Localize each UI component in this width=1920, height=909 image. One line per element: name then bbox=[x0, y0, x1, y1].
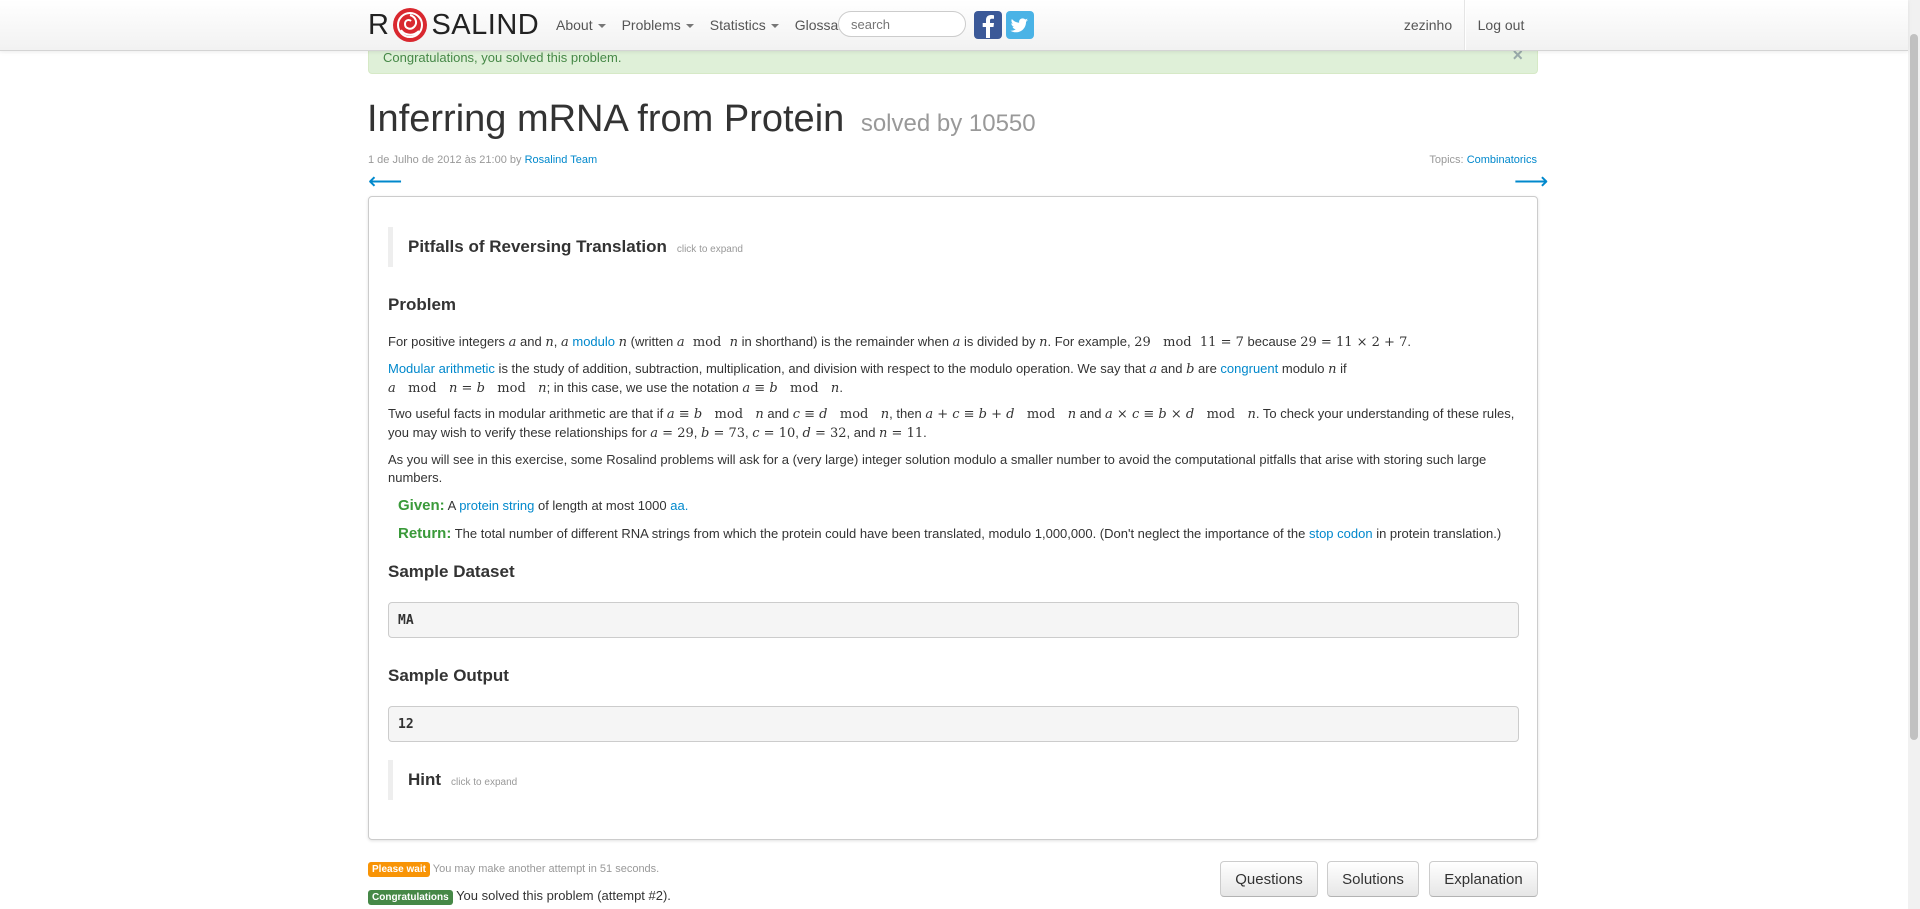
paragraph-4: As you will see in this exercise, some R… bbox=[388, 452, 1487, 485]
hint-collapsible[interactable]: Hint click to expand bbox=[388, 760, 517, 800]
given-text-2: of length at most 1000 bbox=[537, 498, 667, 513]
nav-about-label: About bbox=[556, 17, 593, 33]
solved-count[interactable]: solved by 10550 bbox=[861, 110, 1036, 137]
sample-output-heading: Sample Output bbox=[388, 666, 509, 685]
nav-problems[interactable]: Problems bbox=[614, 17, 702, 33]
rose-logo-icon bbox=[393, 8, 428, 42]
chevron-down-icon bbox=[685, 24, 694, 29]
by-label: by bbox=[509, 154, 522, 166]
paragraph-2: Modular arithmetic is the study of addit… bbox=[388, 361, 1347, 396]
chevron-down-icon bbox=[597, 24, 606, 29]
solutions-button[interactable]: Solutions bbox=[1327, 861, 1419, 897]
twitter-icon[interactable] bbox=[1006, 11, 1034, 39]
protein-string-link[interactable]: protein string bbox=[459, 498, 534, 513]
questions-button[interactable]: Questions bbox=[1220, 861, 1318, 897]
rosalind-logo[interactable]: R SALIND bbox=[368, 8, 539, 42]
brand-letter-r: R bbox=[368, 8, 390, 41]
main-nav: About Problems Statistics Glossary bbox=[548, 0, 858, 50]
congrats-text: You solved this problem (attempt #2). bbox=[456, 888, 671, 903]
given-line: Given: A protein string of length at mos… bbox=[398, 497, 688, 514]
paragraph-3: Two useful facts in modular arithmetic a… bbox=[388, 406, 1515, 441]
prev-problem-arrow-icon[interactable]: ⟵ bbox=[368, 170, 402, 194]
problem-title: Inferring mRNA from Protein bbox=[367, 98, 845, 140]
paragraph-1: For positive integers a and n, a modulo … bbox=[388, 334, 1411, 350]
hint-title: Hint bbox=[408, 770, 442, 789]
chevron-down-icon bbox=[770, 24, 779, 29]
click-to-expand-label: click to expand bbox=[676, 243, 743, 255]
problem-heading: Problem bbox=[388, 295, 457, 314]
topic-link[interactable]: Combinatorics bbox=[1467, 154, 1537, 166]
topics: Topics: Combinatorics bbox=[1429, 154, 1537, 166]
wait-text: You may make another attempt in 51 secon… bbox=[432, 863, 660, 875]
stop-codon-link[interactable]: stop codon bbox=[1309, 526, 1373, 541]
page-scrollbar[interactable] bbox=[1908, 0, 1920, 909]
click-to-expand-label: click to expand bbox=[451, 776, 518, 788]
aa-link[interactable]: aa. bbox=[670, 498, 688, 513]
intro-title: Pitfalls of Reversing Translation bbox=[408, 237, 667, 256]
nav-statistics-label: Statistics bbox=[709, 17, 766, 33]
explanation-button[interactable]: Explanation bbox=[1429, 861, 1538, 897]
return-text-2: in protein translation.) bbox=[1376, 526, 1502, 541]
return-text-1: The total number of different RNA string… bbox=[454, 526, 1306, 541]
publish-date: 1 de Julho de 2012 às 21:00 bbox=[368, 154, 507, 166]
nav-problems-label: Problems bbox=[621, 17, 681, 33]
author-link[interactable]: Rosalind Team bbox=[525, 154, 598, 166]
problem-meta: 1 de Julho de 2012 às 21:00 by Rosalind … bbox=[368, 154, 597, 166]
sample-dataset-block[interactable]: MA bbox=[388, 602, 1519, 638]
return-line: Return: The total number of different RN… bbox=[398, 525, 1501, 542]
sample-output-block[interactable]: 12 bbox=[388, 706, 1519, 742]
sample-dataset-heading: Sample Dataset bbox=[388, 562, 515, 581]
brand-word: SALIND bbox=[431, 8, 540, 41]
intro-collapsible[interactable]: Pitfalls of Reversing Translation click … bbox=[388, 227, 743, 267]
nav-about[interactable]: About bbox=[548, 17, 614, 33]
next-problem-arrow-icon[interactable]: ⟶ bbox=[1514, 170, 1548, 194]
alert-message: Congratulations, you solved this problem… bbox=[383, 50, 622, 65]
user-link[interactable]: zezinho bbox=[1392, 0, 1464, 50]
modular-arithmetic-link[interactable]: Modular arithmetic bbox=[388, 361, 495, 376]
modulo-link[interactable]: modulo bbox=[572, 334, 615, 349]
nav-statistics[interactable]: Statistics bbox=[702, 17, 787, 33]
solved-status: Congratulations You solved this problem … bbox=[368, 888, 671, 905]
nav-divider bbox=[1464, 0, 1465, 50]
given-text-1: A bbox=[447, 498, 456, 513]
congruent-link[interactable]: congruent bbox=[1220, 361, 1278, 376]
page-title: Inferring mRNA from Protein solved by 10… bbox=[367, 98, 1036, 141]
logout-link[interactable]: Log out bbox=[1466, 0, 1536, 50]
attempt-wait-status: Please wait You may make another attempt… bbox=[368, 862, 659, 877]
search-input[interactable] bbox=[838, 11, 966, 37]
facebook-icon[interactable] bbox=[974, 11, 1002, 39]
top-navbar: R SALIND About Problems Statistics Gloss… bbox=[0, 0, 1908, 51]
return-label: Return: bbox=[398, 525, 452, 542]
problem-box: Pitfalls of Reversing Translation click … bbox=[368, 196, 1538, 840]
given-label: Given: bbox=[398, 497, 445, 514]
wait-badge: Please wait bbox=[368, 862, 430, 877]
congrats-badge: Congratulations bbox=[368, 890, 453, 905]
topics-label: Topics: bbox=[1429, 154, 1464, 166]
scrollbar-thumb[interactable] bbox=[1910, 34, 1918, 740]
